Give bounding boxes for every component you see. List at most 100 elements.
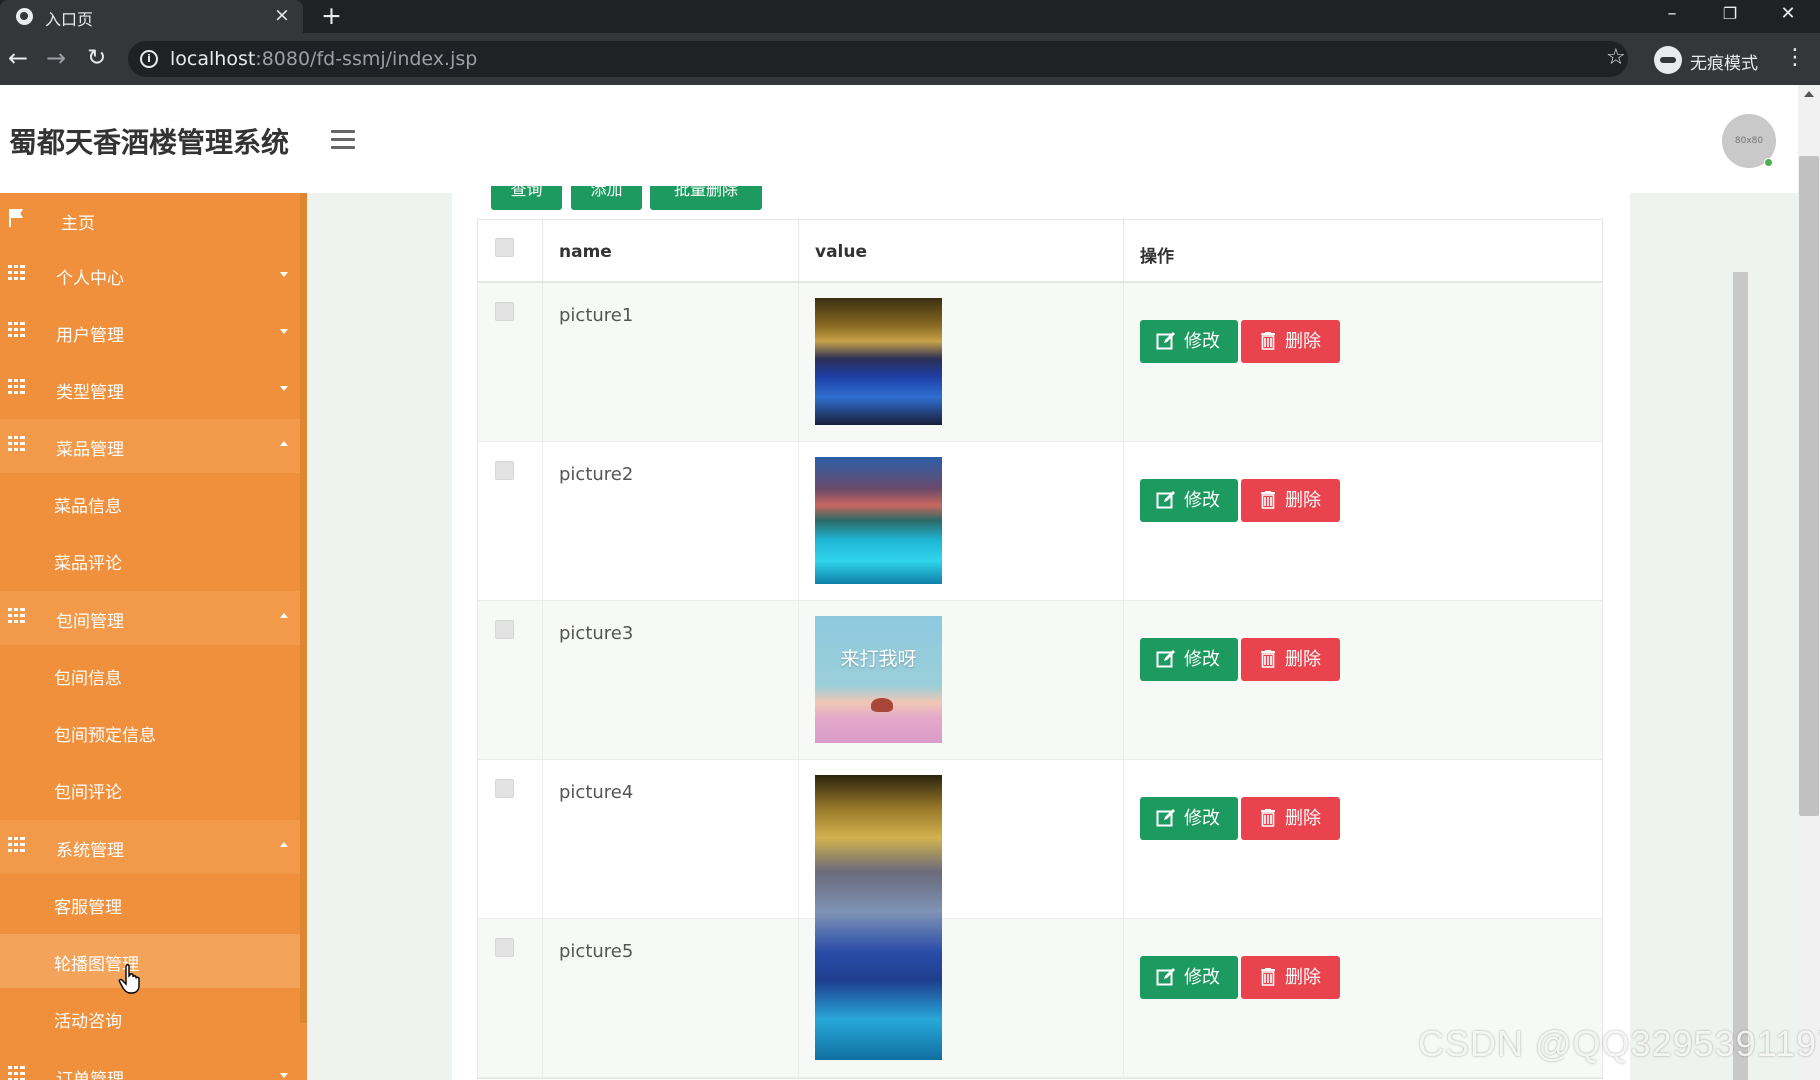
checkbox-cell — [478, 283, 543, 441]
incognito-icon[interactable] — [1654, 46, 1682, 74]
edit-icon — [1156, 491, 1175, 509]
sidebar-item-label: 活动咨询 — [54, 1012, 122, 1032]
row-checkbox[interactable] — [495, 461, 514, 480]
sidebar: 主页 个人中心 用户管理 类型管理 菜品管理 菜品信息 菜品评论 包间管理 包间… — [0, 193, 307, 1080]
row-checkbox[interactable] — [495, 938, 514, 957]
sidebar-item-personal-center[interactable]: 个人中心 — [0, 248, 300, 302]
content-scrollbar[interactable] — [1733, 272, 1748, 1080]
close-window-icon[interactable]: ✕ — [1760, 0, 1816, 30]
delete-button[interactable]: 删除 — [1241, 797, 1340, 840]
sidebar-item-dish-info[interactable]: 菜品信息 — [0, 476, 300, 530]
sidebar-item-label: 用户管理 — [56, 326, 124, 346]
batch-delete-button[interactable]: 批量删除 — [650, 186, 762, 210]
delete-button[interactable]: 删除 — [1241, 956, 1340, 999]
edit-button[interactable]: 修改 — [1140, 797, 1238, 840]
app-header: 蜀都天香酒楼管理系统 80x80 — [0, 85, 1798, 193]
row-checkbox[interactable] — [495, 779, 514, 798]
actions-cell: 修改 删除 — [1124, 442, 1604, 600]
edit-button[interactable]: 修改 — [1140, 320, 1238, 363]
scroll-up-icon[interactable] — [1804, 91, 1814, 97]
forward-icon[interactable]: → — [46, 45, 66, 71]
page-scrollbar-thumb[interactable] — [1799, 156, 1819, 816]
row-image[interactable]: 来打我呀 — [815, 616, 942, 743]
select-all-cell — [478, 220, 543, 283]
chevron-up-icon — [280, 441, 288, 446]
query-button[interactable]: 查询 — [491, 186, 562, 210]
sidebar-item-carousel-management[interactable]: 轮播图管理 — [0, 934, 300, 988]
grid-icon — [8, 436, 25, 451]
sidebar-item-room-booking-info[interactable]: 包间预定信息 — [0, 705, 300, 759]
row-image[interactable] — [815, 298, 942, 425]
delete-button[interactable]: 删除 — [1241, 638, 1340, 681]
table-header: name value 操作 — [478, 220, 1602, 283]
row-image[interactable] — [815, 457, 942, 584]
sidebar-item-system-management[interactable]: 系统管理 — [0, 820, 300, 874]
checkbox-cell — [478, 442, 543, 600]
browser-menu-icon[interactable]: ⋮ — [1784, 45, 1806, 70]
edit-button[interactable]: 修改 — [1140, 479, 1238, 522]
address-bar: ← → ↻ i localhost:8080/fd-ssmj/index.jsp — [0, 33, 1820, 85]
select-all-checkbox[interactable] — [495, 238, 514, 257]
sidebar-item-dish-comments[interactable]: 菜品评论 — [0, 533, 300, 587]
minimize-icon[interactable]: – — [1644, 0, 1700, 30]
sidebar-item-label: 菜品信息 — [54, 497, 122, 517]
row-checkbox[interactable] — [495, 302, 514, 321]
trash-icon — [1261, 650, 1275, 668]
delete-label: 删除 — [1285, 331, 1321, 352]
restore-icon[interactable]: ❐ — [1702, 0, 1758, 30]
row-image[interactable] — [815, 775, 942, 1060]
sidebar-item-dish-management[interactable]: 菜品管理 — [0, 419, 300, 473]
info-icon[interactable]: i — [140, 50, 158, 68]
sidebar-item-label: 类型管理 — [56, 383, 124, 403]
sidebar-item-order-management[interactable]: 订单管理 — [0, 1049, 300, 1080]
sidebar-item-activity-consult[interactable]: 活动咨询 — [0, 991, 300, 1045]
hamburger-menu-icon[interactable] — [331, 130, 355, 150]
value-cell — [799, 442, 1124, 600]
column-header-name[interactable]: name — [543, 220, 799, 283]
sidebar-scrollbar[interactable] — [300, 193, 307, 1023]
delete-button[interactable]: 删除 — [1241, 320, 1340, 363]
sidebar-item-label: 主页 — [61, 214, 95, 234]
back-icon[interactable]: ← — [8, 45, 28, 71]
new-tab-icon[interactable]: + — [321, 1, 342, 30]
sidebar-item-label: 订单管理 — [56, 1070, 124, 1080]
chevron-down-icon — [280, 329, 288, 334]
reload-icon[interactable]: ↻ — [87, 45, 106, 71]
row-checkbox[interactable] — [495, 620, 514, 639]
name-cell: picture4 — [543, 760, 799, 918]
delete-button[interactable]: 删除 — [1241, 479, 1340, 522]
table-row: picture2 修改 删除 — [478, 442, 1602, 601]
sidebar-item-label: 包间信息 — [54, 669, 122, 689]
sidebar-item-user-management[interactable]: 用户管理 — [0, 305, 300, 359]
sidebar-item-room-info[interactable]: 包间信息 — [0, 648, 300, 702]
grid-icon — [8, 322, 25, 337]
bookmark-star-icon[interactable]: ☆ — [1606, 45, 1626, 70]
grid-icon — [8, 265, 25, 280]
sidebar-item-label: 客服管理 — [54, 898, 122, 918]
actions-cell: 修改 删除 — [1124, 760, 1604, 918]
name-cell: picture3 — [543, 601, 799, 759]
chevron-down-icon — [280, 1073, 288, 1078]
close-tab-icon[interactable]: × — [274, 4, 290, 26]
grid-icon — [8, 608, 25, 623]
row-name: picture3 — [559, 623, 634, 644]
sidebar-item-label: 包间预定信息 — [54, 726, 156, 746]
online-status-dot — [1764, 158, 1773, 167]
chevron-down-icon — [280, 272, 288, 277]
sidebar-item-customer-service[interactable]: 客服管理 — [0, 877, 300, 931]
sidebar-item-room-comments[interactable]: 包间评论 — [0, 762, 300, 816]
add-button[interactable]: 添加 — [571, 186, 642, 210]
trash-icon — [1261, 332, 1275, 350]
edit-button[interactable]: 修改 — [1140, 638, 1238, 681]
browser-tab[interactable]: 入口页 × — [0, 0, 303, 33]
sidebar-item-type-management[interactable]: 类型管理 — [0, 362, 300, 416]
column-header-value[interactable]: value — [799, 220, 1124, 283]
url-field[interactable]: i localhost:8080/fd-ssmj/index.jsp — [128, 41, 1628, 77]
sidebar-item-home[interactable]: 主页 — [0, 193, 300, 247]
edit-label: 修改 — [1184, 967, 1220, 988]
sidebar-item-room-management[interactable]: 包间管理 — [0, 591, 300, 645]
checkbox-cell — [478, 760, 543, 918]
edit-button[interactable]: 修改 — [1140, 956, 1238, 999]
incognito-label[interactable]: 无痕模式 — [1690, 49, 1758, 74]
hand-cursor-icon — [118, 964, 140, 994]
